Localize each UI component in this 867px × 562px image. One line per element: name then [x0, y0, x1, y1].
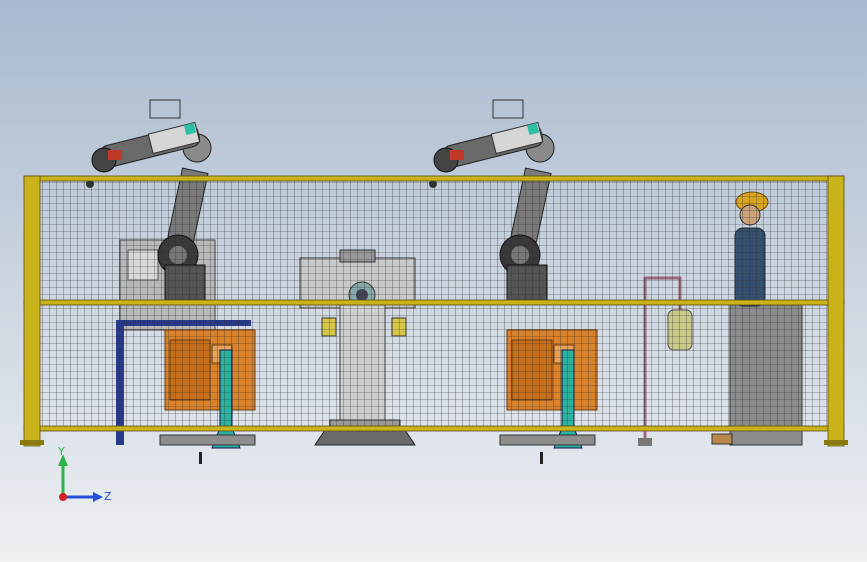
y-axis-label: Y [57, 445, 65, 458]
fence-post-right [827, 175, 845, 447]
fence-mid-rail [23, 299, 845, 306]
fence-bottom-rail [23, 425, 845, 432]
fence-top-rail [23, 175, 845, 182]
axis-triad: Y Z [57, 445, 112, 503]
z-axis-label: Z [104, 490, 112, 503]
cad-viewport[interactable]: Y Z [0, 0, 867, 562]
triad-origin [59, 493, 67, 501]
base-plate [499, 434, 596, 446]
fence-post-left [23, 175, 41, 447]
base-plate [159, 434, 256, 446]
safety-fence [20, 175, 848, 447]
